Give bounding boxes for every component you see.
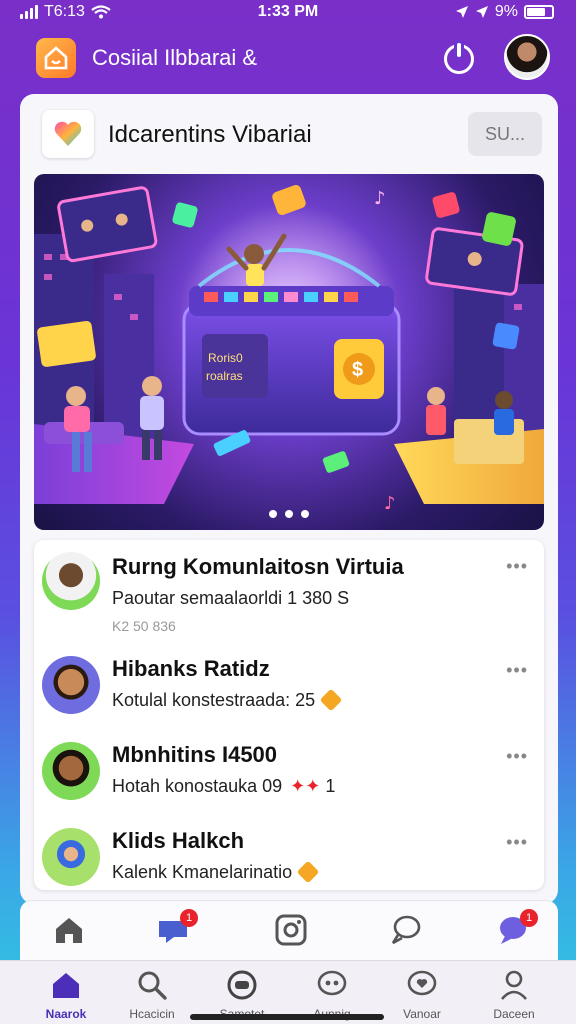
app-title: Cosiial Ilbbarai & bbox=[92, 45, 258, 70]
profile-avatar[interactable] bbox=[504, 34, 550, 80]
chat-alert-icon[interactable]: 1 bbox=[496, 909, 538, 949]
banner-illustration: Roris0 roalras $ ♪ ♪ bbox=[34, 185, 544, 514]
carousel-dot[interactable] bbox=[285, 510, 293, 518]
list-item-title: Hibanks Ratidz bbox=[112, 656, 270, 681]
list-item[interactable]: Rurng Komunlaitosn Virtuia Paoutar semaa… bbox=[34, 540, 544, 634]
nav-label: Hcacicin bbox=[129, 1007, 175, 1021]
avatar bbox=[42, 742, 100, 800]
heart-chat-icon bbox=[406, 969, 438, 1001]
carousel-dots[interactable] bbox=[34, 510, 544, 518]
messages-icon[interactable]: 1 bbox=[156, 909, 198, 949]
avatar bbox=[42, 552, 100, 610]
list-item[interactable]: Hibanks Ratidz Kotulal konstestraada: 25… bbox=[34, 644, 544, 730]
room-list: Rurng Komunlaitosn Virtuia Paoutar semaa… bbox=[34, 540, 544, 890]
header-action-button[interactable]: SU... bbox=[468, 112, 542, 156]
notification-badge: 1 bbox=[520, 909, 538, 927]
more-icon[interactable]: ••• bbox=[506, 746, 528, 767]
profile-icon bbox=[498, 969, 530, 1001]
page-title: Idcarentins Vibariai bbox=[108, 121, 312, 148]
banner-sign-line1: Roris0 bbox=[208, 351, 243, 365]
avatar bbox=[42, 828, 100, 886]
svg-text:$: $ bbox=[352, 359, 363, 381]
list-item-subtitle: Paoutar semaalaorldi 1 380 S bbox=[112, 588, 350, 608]
banner-sign-line2: roalras bbox=[206, 369, 243, 383]
featured-banner[interactable]: Roris0 roalras $ ♪ ♪ bbox=[34, 174, 544, 530]
list-item[interactable]: Mbnhitins I4500 Hotah konostauka 09 ✦✦ 1 … bbox=[34, 730, 544, 816]
chat-icon bbox=[226, 969, 258, 1001]
nav-label: Naarok bbox=[45, 1007, 87, 1021]
nav-label: Vanoar bbox=[403, 1007, 441, 1021]
home-icon[interactable] bbox=[52, 913, 88, 949]
list-item-title: Mbnhitins I4500 bbox=[112, 742, 278, 767]
list-item-meta: K2 50 836 bbox=[112, 618, 176, 634]
more-icon[interactable]: ••• bbox=[506, 832, 528, 853]
battery-icon bbox=[524, 5, 554, 19]
location-icon bbox=[455, 6, 468, 18]
carousel-dot[interactable] bbox=[269, 510, 277, 518]
home-indicator[interactable] bbox=[190, 1014, 384, 1020]
more-icon[interactable]: ••• bbox=[506, 660, 528, 681]
battery-percent: 9% bbox=[494, 3, 518, 20]
avatar bbox=[42, 656, 100, 714]
nav-item-profile[interactable]: Daceen bbox=[474, 969, 554, 1021]
nav-label: Daceen bbox=[493, 1007, 535, 1021]
sparkle-icon: ✦✦ bbox=[290, 776, 321, 796]
action-row: 1 1 bbox=[20, 900, 558, 962]
group-chat-icon bbox=[316, 969, 348, 1001]
page-header: Idcarentins Vibariai SU... bbox=[42, 110, 542, 160]
app-logo-icon[interactable] bbox=[36, 38, 76, 78]
chat-bubbles-icon[interactable] bbox=[388, 913, 424, 949]
list-item-title: Klids Halkch bbox=[112, 828, 245, 853]
list-item-title: Rurng Komunlaitosn Virtuia bbox=[112, 554, 404, 579]
app-header: Cosiial Ilbbarai & bbox=[0, 30, 576, 90]
home-icon bbox=[50, 969, 82, 1001]
location-icon bbox=[475, 6, 488, 18]
svg-text:♪: ♪ bbox=[374, 188, 386, 209]
diamond-icon bbox=[296, 860, 320, 884]
nav-item-favorites[interactable]: Vanoar bbox=[382, 969, 462, 1021]
list-item-subtitle: Kotulal konstestraada: 25 bbox=[112, 688, 343, 712]
main-card: Idcarentins Vibariai SU... Roris0 roalra… bbox=[20, 94, 558, 904]
list-item-subtitle: Kalenk Kmanelarinatio bbox=[112, 860, 320, 884]
notification-badge: 1 bbox=[180, 909, 198, 927]
power-icon[interactable] bbox=[444, 43, 474, 74]
search-icon bbox=[136, 969, 168, 1001]
list-item[interactable]: Klids Halkch Kalenk Kmanelarinatio ••• bbox=[34, 816, 544, 902]
diamond-icon bbox=[319, 688, 343, 712]
camera-icon[interactable] bbox=[274, 913, 310, 949]
status-bar: T6:13 1:33 PM 9% bbox=[0, 0, 576, 26]
more-icon[interactable]: ••• bbox=[506, 556, 528, 577]
carousel-dot[interactable] bbox=[301, 510, 309, 518]
nav-item-home[interactable]: Naarok bbox=[26, 969, 106, 1021]
list-item-subtitle: Hotah konostauka 09 ✦✦ 1 bbox=[112, 776, 336, 796]
nav-item-search[interactable]: Hcacicin bbox=[112, 969, 192, 1021]
heart-logo-icon bbox=[42, 110, 94, 158]
